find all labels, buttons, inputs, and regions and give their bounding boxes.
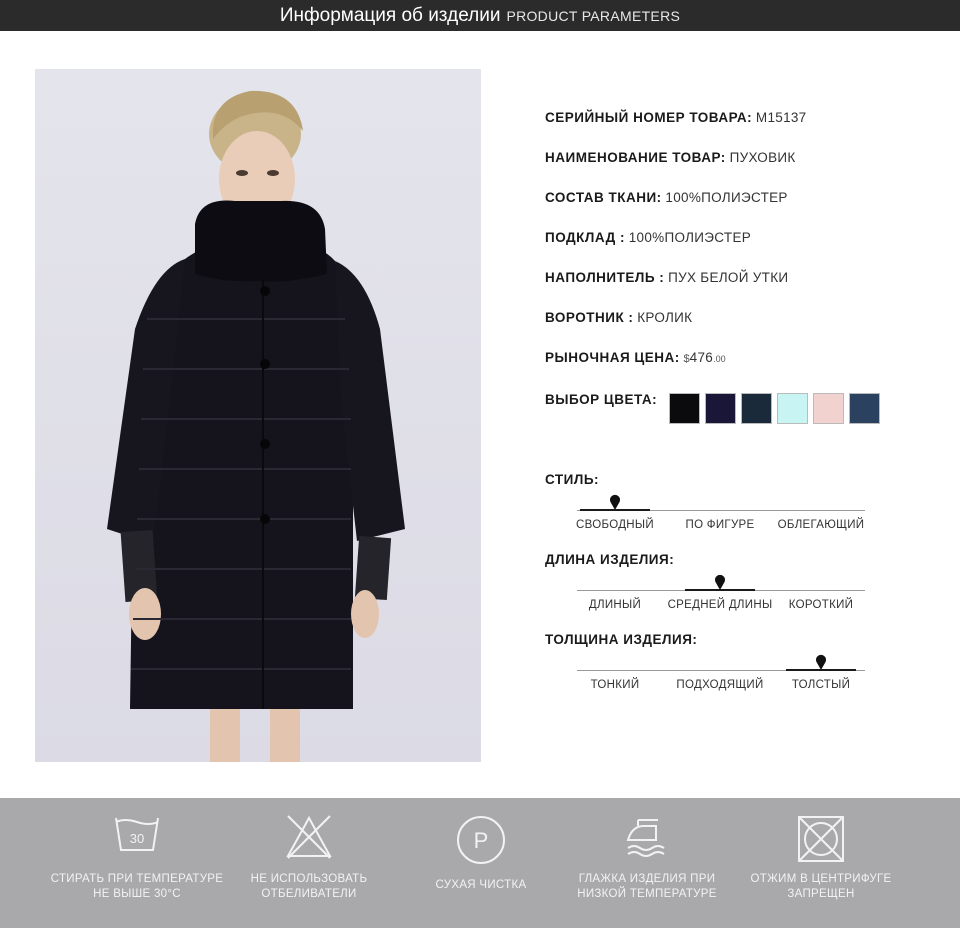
svg-text:30: 30 (130, 831, 144, 846)
wash-30-icon: 30 (115, 817, 159, 851)
thickness-scale-label: ТОЛЩИНА ИЗДЕЛИЯ: (545, 632, 698, 647)
style-scale-option: ОБЛЕГАЮЩИЙ (777, 519, 865, 531)
serial-row: СЕРИЙНЫЙ НОМЕР ТОВАРА: M15137 (545, 110, 807, 125)
care-instructions: 30 СТИРАТЬ ПРИ ТЕМПЕРАТУРЕ НЕ ВЫШЕ 30°C … (0, 798, 960, 928)
care-item-wash: 30 СТИРАТЬ ПРИ ТЕМПЕРАТУРЕ НЕ ВЫШЕ 30°C (42, 798, 232, 928)
collar-value: КРОЛИК (637, 310, 693, 325)
name-row: НАИМЕНОВАНИЕ ТОВАР: ПУХОВИК (545, 150, 796, 165)
fabric-value: 100%ПОЛИЭСТЕР (665, 190, 788, 205)
care-item-iron: ГЛАЖКА ИЗДЕЛИЯ ПРИ НИЗКОЙ ТЕМПЕРАТУРЕ (552, 798, 742, 928)
dry-clean-icon: P (457, 816, 505, 864)
header-subtitle: PRODUCT PARAMETERS (506, 7, 681, 24)
header-bar: Информация об изделии PRODUCT PARAMETERS (0, 0, 960, 31)
length-scale-label: ДЛИНА ИЗДЕЛИЯ: (545, 552, 675, 567)
color-swatch[interactable] (813, 393, 844, 424)
care-item-dryclean: P СУХАЯ ЧИСТКА (386, 798, 576, 928)
care-tumble-line1: ОТЖИМ В ЦЕНТРИФУГЕ (750, 873, 892, 885)
fabric-row: СОСТАВ ТКАНИ: 100%ПОЛИЭСТЕР (545, 190, 788, 205)
serial-label: СЕРИЙНЫЙ НОМЕР ТОВАРА: (545, 110, 753, 125)
care-text-tumble: ОТЖИМ В ЦЕНТРИФУГЕ ЗАПРЕЩЕН (726, 872, 916, 902)
care-iron-line1: ГЛАЖКА ИЗДЕЛИЯ ПРИ (578, 873, 716, 885)
care-text-wash: СТИРАТЬ ПРИ ТЕМПЕРАТУРЕ НЕ ВЫШЕ 30°C (42, 872, 232, 902)
care-item-bleach: НЕ ИСПОЛЬЗОВАТЬ ОТБЕЛИВАТЕЛИ (214, 798, 404, 928)
style-scale-marker-icon (610, 494, 620, 510)
color-swatch[interactable] (669, 393, 700, 424)
color-swatch[interactable] (777, 393, 808, 424)
colors-label: ВЫБОР ЦВЕТА: (545, 392, 658, 407)
svg-text:P: P (474, 828, 489, 853)
color-swatch[interactable] (741, 393, 772, 424)
care-text-iron: ГЛАЖКА ИЗДЕЛИЯ ПРИ НИЗКОЙ ТЕМПЕРАТУРЕ (552, 872, 742, 902)
care-wash-line1: СТИРАТЬ ПРИ ТЕМПЕРАТУРЕ (50, 873, 224, 885)
lining-label: ПОДКЛАД : (545, 230, 625, 245)
color-swatch[interactable] (705, 393, 736, 424)
care-bleach-line1: НЕ ИСПОЛЬЗОВАТЬ (250, 873, 368, 885)
name-value: ПУХОВИК (729, 150, 796, 165)
length-scale-option: ДЛИНЫЙ (588, 599, 642, 611)
collar-label: ВОРОТНИК : (545, 310, 634, 325)
name-label: НАИМЕНОВАНИЕ ТОВАР: (545, 150, 726, 165)
care-wash-line2: НЕ ВЫШЕ 30°C (93, 888, 181, 900)
care-item-tumble: ОТЖИМ В ЦЕНТРИФУГЕ ЗАПРЕЩЕН (726, 798, 916, 928)
care-dryclean-line1: СУХАЯ ЧИСТКА (435, 879, 527, 891)
colors-row: ВЫБОР ЦВЕТА: (545, 392, 657, 407)
filler-row: НАПОЛНИТЕЛЬ : ПУХ БЕЛОЙ УТКИ (545, 270, 788, 285)
product-photo (35, 69, 481, 762)
care-iron-line2: НИЗКОЙ ТЕМПЕРАТУРЕ (577, 888, 717, 900)
care-text-dryclean: СУХАЯ ЧИСТКА (386, 878, 576, 893)
no-bleach-icon (286, 815, 332, 859)
care-text-bleach: НЕ ИСПОЛЬЗОВАТЬ ОТБЕЛИВАТЕЛИ (214, 872, 404, 902)
no-tumble-dry-icon (798, 816, 844, 862)
length-scale-marker-icon (715, 574, 725, 590)
iron-low-icon (626, 819, 665, 857)
lining-row: ПОДКЛАД : 100%ПОЛИЭСТЕР (545, 230, 751, 245)
thickness-scale-option: ТОЛСТЫЙ (791, 679, 851, 691)
style-scale-option: СВОБОДНЫЙ (576, 519, 654, 531)
care-tumble-line2: ЗАПРЕЩЕН (787, 888, 855, 900)
style-scale-label: СТИЛЬ: (545, 472, 600, 487)
thickness-scale-marker-icon (816, 654, 826, 670)
thickness-scale-option: ТОНКИЙ (590, 679, 640, 691)
length-scale-option: КОРОТКИЙ (788, 599, 854, 611)
model-illustration (107, 90, 405, 762)
serial-value: M15137 (755, 110, 807, 125)
color-swatches (669, 393, 880, 424)
header-title: Информация об изделии (279, 4, 501, 26)
price-amount: 476 (689, 350, 714, 365)
collar-row: ВОРОТНИК : КРОЛИК (545, 310, 692, 325)
price-label: РЫНОЧНАЯ ЦЕНА: (545, 350, 680, 365)
color-swatch[interactable] (849, 393, 880, 424)
filler-label: НАПОЛНИТЕЛЬ : (545, 270, 665, 285)
price-cents: .00 (713, 354, 726, 364)
lining-value: 100%ПОЛИЭСТЕР (628, 230, 752, 245)
filler-value: ПУХ БЕЛОЙ УТКИ (668, 270, 789, 285)
price-row: РЫНОЧНАЯ ЦЕНА: $476.00 (545, 350, 726, 365)
care-bleach-line2: ОТБЕЛИВАТЕЛИ (261, 888, 357, 900)
fabric-label: СОСТАВ ТКАНИ: (545, 190, 662, 205)
